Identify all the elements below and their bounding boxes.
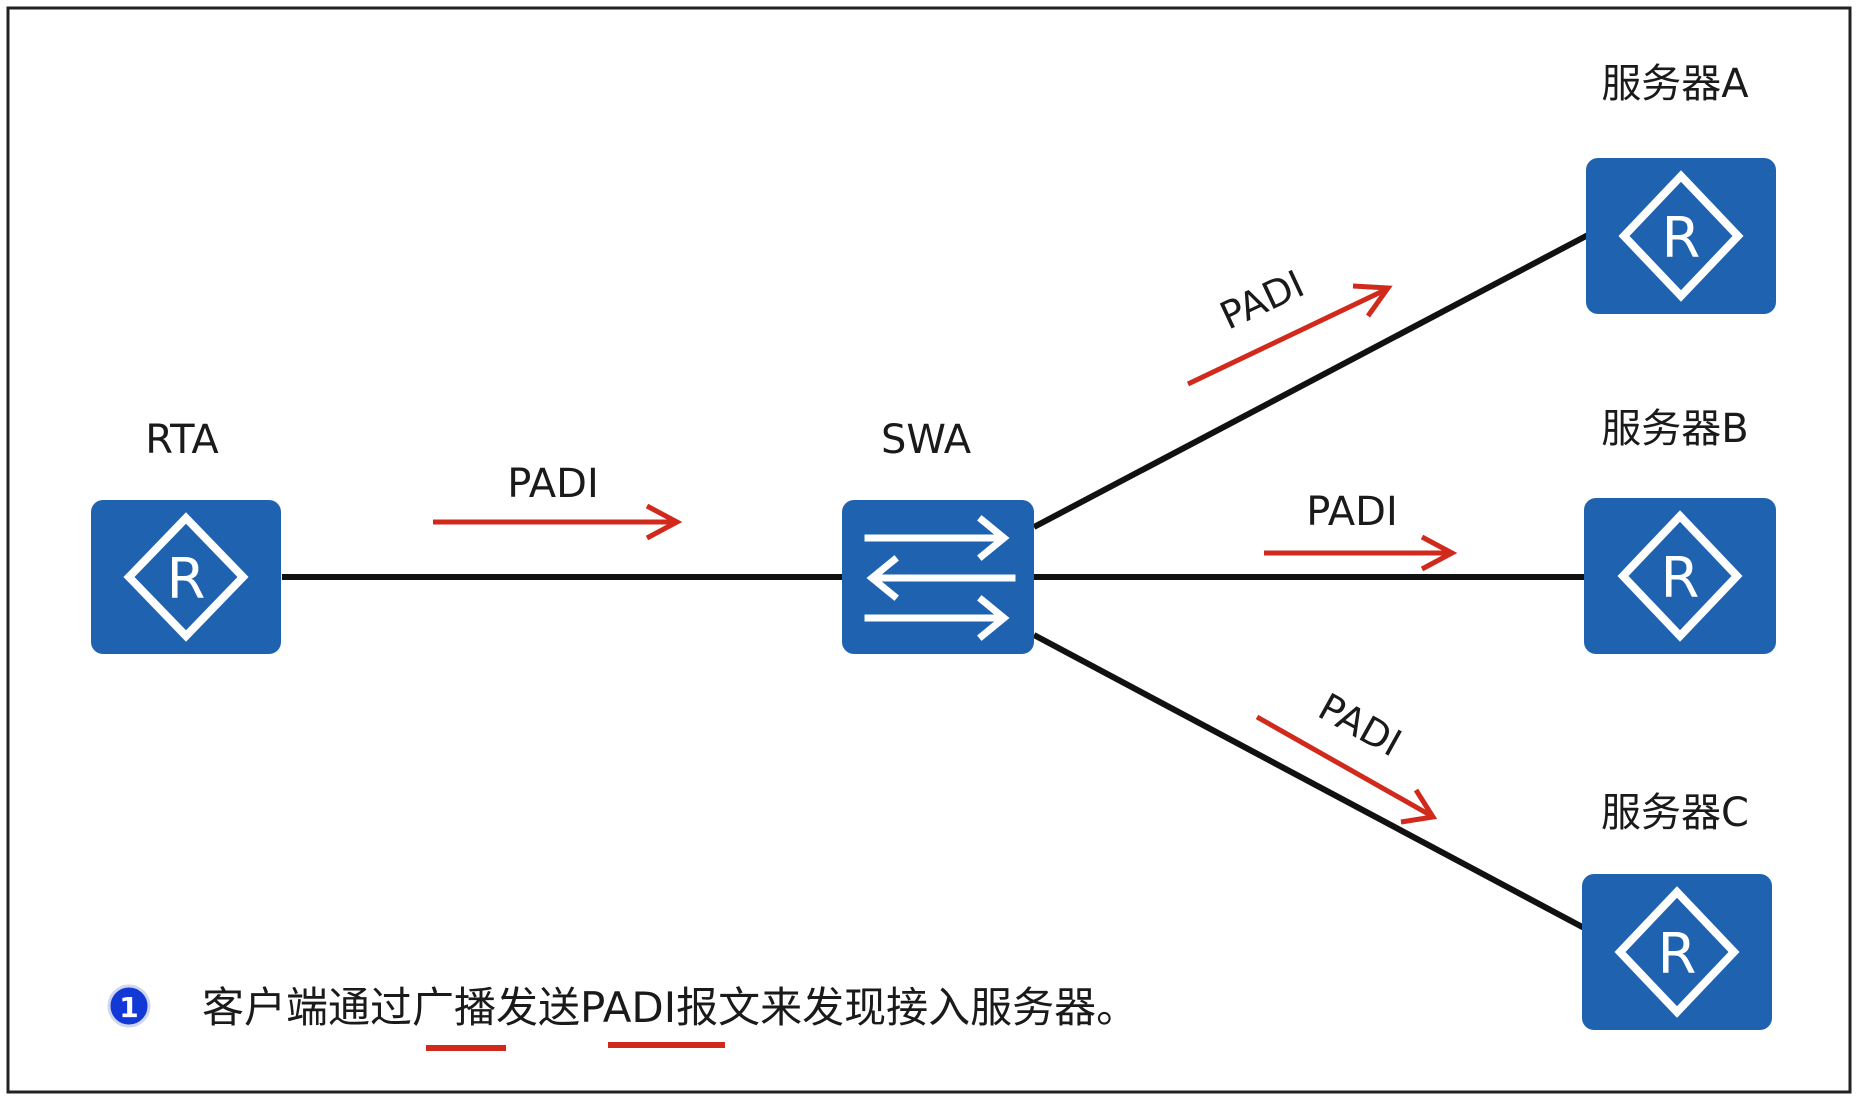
label-rta: RTA — [145, 417, 219, 463]
label-server-c: 服务器C — [1601, 790, 1749, 836]
router-r-glyph: R — [1658, 922, 1697, 987]
router-server-a: R — [1586, 158, 1776, 314]
switch-arrows-icon — [864, 515, 1016, 641]
caption-text: 客户端通过广播发送PADI报文来发现接入服务器。 — [202, 983, 1138, 1032]
caption-segment: 报文来发现接入服务器。 — [676, 983, 1138, 1032]
padi-label-rta-swa: PADI — [507, 461, 599, 507]
router-r-glyph: R — [1662, 206, 1701, 271]
padi-label-swa-b: PADI — [1306, 489, 1398, 535]
caption-underlined-term: PADI — [580, 983, 676, 1032]
router-server-c: R — [1582, 874, 1772, 1030]
switch-swa — [842, 500, 1034, 654]
caption-segment: 客户端通过 — [202, 983, 412, 1032]
router-r-glyph: R — [167, 547, 206, 612]
network-diagram: PADI PADI PADI PADI RTA SWA 服务器A 服务器B 服务… — [6, 6, 1852, 1094]
router-r-glyph: R — [1661, 546, 1700, 611]
label-server-b: 服务器B — [1601, 406, 1748, 452]
step-number: 1 — [119, 991, 138, 1024]
router-rta: R — [91, 500, 281, 654]
label-server-a: 服务器A — [1601, 61, 1749, 107]
router-server-b: R — [1584, 498, 1776, 654]
caption-underlined-term: 广播 — [412, 983, 496, 1032]
caption-segment: 发送 — [496, 983, 580, 1032]
label-swa: SWA — [881, 417, 972, 463]
